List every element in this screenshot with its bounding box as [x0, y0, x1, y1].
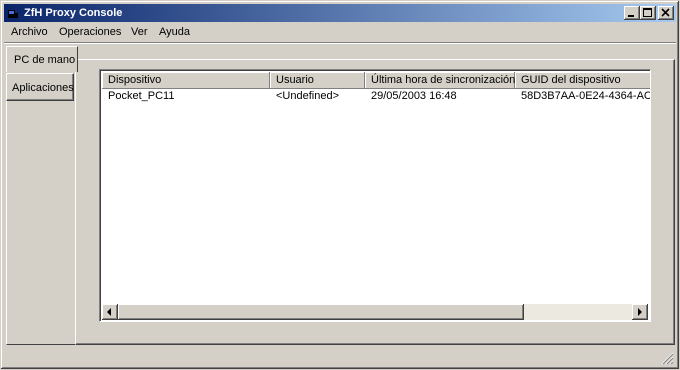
- column-header-guid[interactable]: GUID del dispositivo: [515, 72, 650, 89]
- cell-guid: 58D3B7AA-0E24-4364-AC5: [521, 90, 650, 102]
- tab-aplicaciones[interactable]: Aplicaciones: [6, 73, 74, 101]
- device-list[interactable]: Dispositivo Usuario Última hora de sincr…: [99, 69, 651, 322]
- scroll-right-button[interactable]: [632, 304, 648, 320]
- minimize-button[interactable]: [624, 6, 640, 20]
- window-title: ZfH Proxy Console: [24, 7, 123, 19]
- resize-grip-icon[interactable]: [661, 352, 674, 365]
- cell-ultima-sincronizacion: 29/05/2003 16:48: [371, 90, 457, 102]
- cell-dispositivo: Pocket_PC11: [108, 90, 175, 102]
- menu-divider: [4, 42, 676, 44]
- close-icon: [661, 8, 670, 17]
- close-button[interactable]: [658, 6, 674, 20]
- list-header: Dispositivo Usuario Última hora de sincr…: [102, 72, 650, 89]
- title-bar[interactable]: ZfH Proxy Console: [4, 4, 676, 22]
- tab-strip-edge: [6, 101, 75, 345]
- menu-operaciones[interactable]: Operaciones: [56, 26, 124, 39]
- column-header-dispositivo[interactable]: Dispositivo: [102, 72, 270, 89]
- menu-ayuda[interactable]: Ayuda: [156, 26, 193, 39]
- minimize-icon: [628, 15, 634, 17]
- maximize-icon: [643, 8, 652, 17]
- tab-label: PC de mano: [14, 54, 76, 66]
- column-header-usuario[interactable]: Usuario: [270, 72, 365, 89]
- scroll-left-button[interactable]: [102, 304, 118, 320]
- status-bar: [4, 349, 676, 367]
- table-row[interactable]: Pocket_PC11 <Undefined> 29/05/2003 16:48…: [102, 89, 650, 104]
- horizontal-scrollbar[interactable]: [102, 304, 648, 320]
- menu-bar: Archivo Operaciones Ver Ayuda: [4, 23, 676, 42]
- app-icon: [8, 10, 18, 18]
- scroll-thumb[interactable]: [118, 304, 524, 320]
- cell-usuario: <Undefined>: [276, 90, 339, 102]
- main-window: ZfH Proxy Console Archivo Operaciones Ve…: [0, 0, 680, 370]
- tab-label: Aplicaciones: [12, 82, 74, 94]
- arrow-left-icon: [107, 308, 111, 316]
- arrow-right-icon: [638, 308, 642, 316]
- menu-archivo[interactable]: Archivo: [8, 26, 51, 39]
- column-header-ultima-sincronizacion[interactable]: Última hora de sincronización: [365, 72, 515, 89]
- maximize-button[interactable]: [640, 6, 656, 20]
- menu-ver[interactable]: Ver: [128, 26, 151, 39]
- tab-pc-de-mano[interactable]: PC de mano: [6, 46, 78, 72]
